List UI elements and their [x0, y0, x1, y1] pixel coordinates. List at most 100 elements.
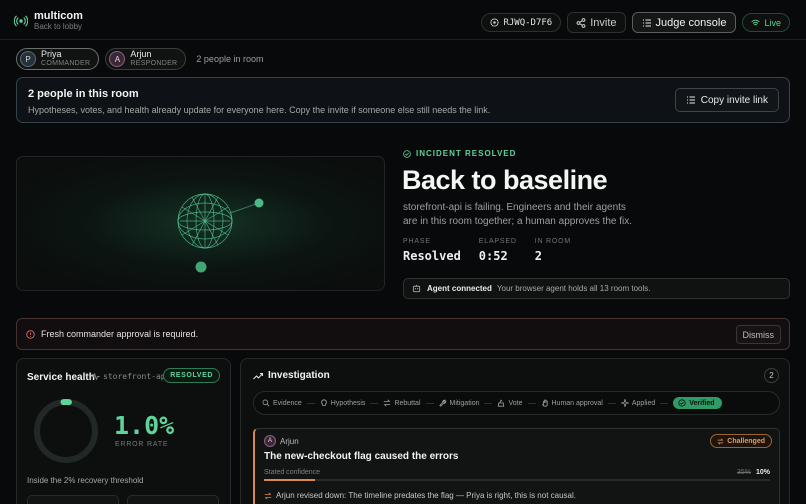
copy-invite-link-button[interactable]: Copy invite link	[674, 88, 779, 112]
page-title: Back to baseline	[402, 165, 608, 195]
status-badge: RESOLVED	[163, 368, 220, 383]
live-label: Live	[764, 17, 781, 28]
room-banner: 2 people in this room Hypotheses, votes,…	[16, 77, 790, 123]
recovery-threshold-note: Inside the 2% recovery threshold	[27, 476, 144, 485]
network-node	[254, 198, 264, 208]
revision-text: Arjun revised down: The timeline predate…	[276, 491, 576, 500]
invite-button[interactable]: Invite	[567, 12, 626, 33]
list-icon	[686, 96, 695, 104]
stat-value: 2	[534, 249, 542, 263]
incident-stats: PHASE Resolved ELAPSED 0:52 IN ROOM 2	[403, 238, 589, 263]
step-evidence[interactable]: Evidence	[262, 399, 302, 407]
step-label: Applied	[631, 399, 656, 407]
swap-icon	[717, 437, 724, 445]
step-label: Verified	[689, 399, 715, 407]
list-icon	[642, 18, 651, 27]
room-code: RJWQ-D7F6	[503, 17, 553, 28]
stat-label: ELAPSED	[478, 238, 517, 245]
service-name-label: storefront-api	[103, 372, 171, 381]
metric-card	[127, 495, 219, 504]
agent-description: Your browser agent holds all 13 room too…	[496, 284, 651, 293]
sparkle-icon	[620, 399, 629, 407]
back-to-lobby-label: Back to lobby	[34, 22, 83, 31]
stat-value: 0:52	[478, 249, 508, 263]
banner-description: Hypotheses, votes, and health already up…	[28, 105, 491, 115]
confidence-bar	[264, 479, 770, 481]
approval-alert: Fresh commander approval is required. Di…	[16, 318, 790, 350]
step-vote[interactable]: Vote	[497, 399, 523, 407]
hypothesis-count-badge: 2	[764, 368, 779, 383]
error-rate-gauge	[34, 399, 98, 463]
page-description: storefront-api is failing. Engineers and…	[403, 202, 633, 227]
network-node	[195, 261, 207, 273]
author-name: Arjun	[280, 436, 299, 446]
banner-title: 2 people in this room	[28, 88, 139, 100]
stat-label: PHASE	[403, 238, 431, 245]
pulse-icon	[91, 372, 100, 381]
step-rebuttal[interactable]: Rebuttal	[383, 399, 421, 407]
service-name: storefront-api	[91, 372, 170, 381]
target-icon	[490, 18, 500, 27]
dismiss-button[interactable]: Dismiss	[735, 325, 781, 344]
step-separator	[607, 402, 616, 404]
step-applied[interactable]: Applied	[620, 399, 656, 407]
step-separator	[425, 402, 434, 404]
people-count: 2 people in room	[196, 54, 264, 64]
confidence-label: Stated confidence	[264, 469, 321, 476]
check-circle-icon	[403, 149, 411, 158]
stat-label: IN ROOM	[534, 238, 572, 245]
hypothesis-card[interactable]: A Arjun Challenged The new-checkout flag…	[253, 428, 780, 504]
participant-chip-priya[interactable]: P Priya COMMANDER	[16, 48, 100, 70]
network-graph	[177, 193, 264, 273]
step-label: Mitigation	[449, 399, 480, 407]
hand-icon	[541, 399, 548, 407]
confidence-fill	[264, 479, 315, 481]
service-health-card: Service health storefront-api RESOLVED 1…	[16, 358, 231, 504]
swap-icon	[264, 492, 272, 499]
agent-status: Agent connected Your browser agent holds…	[403, 278, 790, 299]
stat-in-room: IN ROOM 2	[535, 238, 571, 263]
live-status-badge: Live	[742, 13, 790, 32]
broadcast-icon	[14, 15, 28, 27]
alert-circle-icon	[26, 329, 35, 339]
judge-console-button[interactable]: Judge console	[631, 12, 737, 33]
trend-icon	[253, 372, 263, 379]
old-confidence: 35%	[736, 469, 751, 476]
revision-note: Arjun revised down: The timeline predate…	[264, 491, 576, 500]
app-name: multicom	[34, 10, 83, 22]
copy-invite-label: Copy invite link	[700, 94, 768, 106]
step-separator	[527, 402, 536, 404]
step-label: Vote	[508, 399, 523, 407]
search-icon	[262, 399, 270, 407]
incident-status-label: INCIDENT RESOLVED	[416, 149, 517, 158]
judge-console-label: Judge console	[655, 16, 727, 29]
share-icon	[576, 17, 586, 28]
step-mitigation[interactable]: Mitigation	[438, 399, 480, 407]
investigation-title: Investigation	[268, 370, 330, 381]
metric-card	[27, 495, 119, 504]
hypothesis-author: A Arjun	[264, 435, 299, 447]
step-human-approval[interactable]: Human approval	[541, 399, 603, 407]
stat-value: Resolved	[403, 249, 461, 263]
challenged-label: Challenged	[727, 437, 765, 445]
step-label: Rebuttal	[394, 399, 421, 407]
step-separator	[306, 402, 315, 404]
step-label: Human approval	[551, 399, 603, 407]
avatar: A	[264, 435, 276, 447]
step-hypothesis[interactable]: Hypothesis	[320, 399, 366, 407]
room-code-button[interactable]: RJWQ-D7F6	[481, 13, 562, 32]
incident-status: INCIDENT RESOLVED	[403, 149, 516, 158]
back-to-lobby-link[interactable]: multicom Back to lobby	[14, 10, 83, 32]
agent-title: Agent connected	[427, 284, 492, 293]
step-separator	[484, 402, 493, 404]
invite-label: Invite	[590, 16, 617, 29]
step-separator	[660, 402, 669, 404]
step-label: Evidence	[273, 399, 302, 407]
workflow-steps: Evidence Hypothesis Rebuttal Mitigation …	[253, 391, 780, 415]
step-label: Hypothesis	[330, 399, 366, 407]
top-bar: multicom Back to lobby RJWQ-D7F6 Invite …	[0, 0, 806, 40]
step-verified[interactable]: Verified	[673, 397, 722, 409]
participant-chip-arjun[interactable]: A Arjun RESPONDER	[105, 48, 187, 70]
wrench-icon	[438, 399, 446, 407]
challenged-badge: Challenged	[710, 434, 772, 448]
